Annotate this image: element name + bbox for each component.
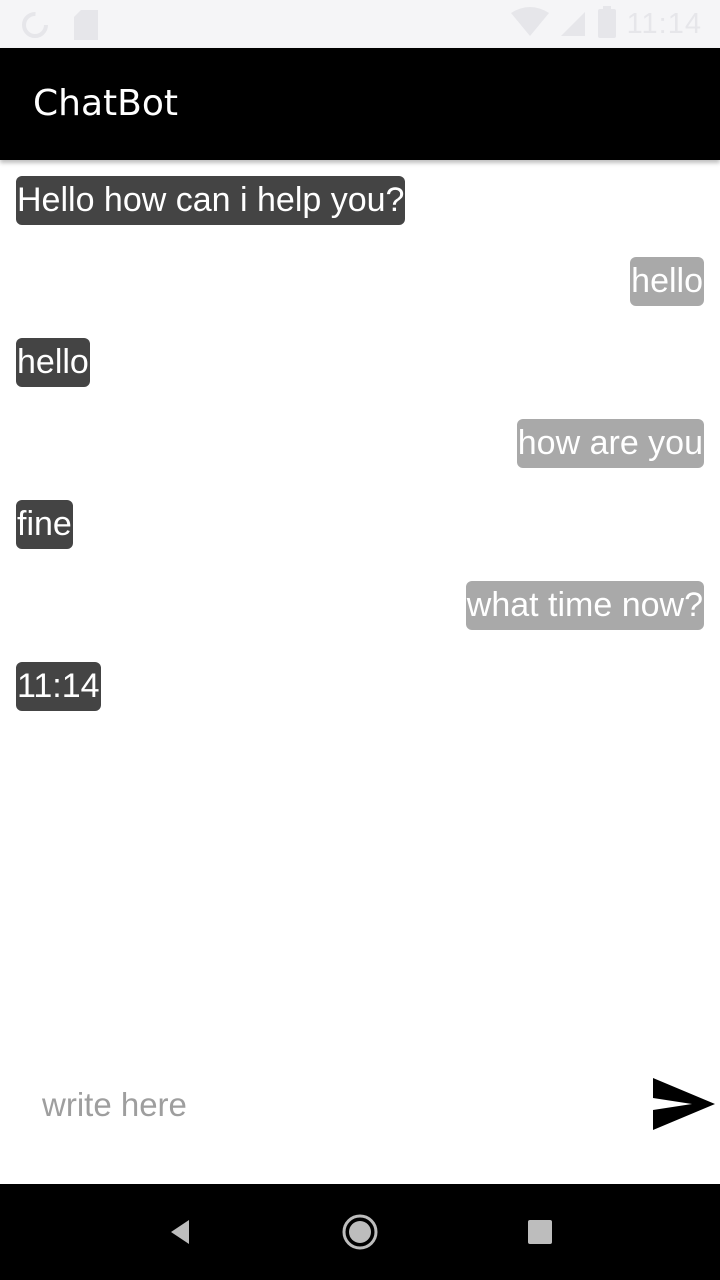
home-button[interactable] xyxy=(336,1208,384,1256)
message-row-bot: Hello how can i help you? xyxy=(16,176,704,226)
recents-button[interactable] xyxy=(516,1208,564,1256)
user-message: what time now? xyxy=(465,581,704,630)
message-row-user: how are you xyxy=(16,419,704,469)
composer xyxy=(0,1062,720,1152)
navigation-bar xyxy=(0,1184,720,1280)
bot-message: hello xyxy=(16,338,90,387)
message-row-bot: fine xyxy=(16,500,704,550)
signal-icon xyxy=(559,7,587,41)
bot-message: fine xyxy=(16,500,73,549)
message-row-user: what time now? xyxy=(16,581,704,631)
home-icon xyxy=(342,1214,378,1250)
message-row-bot: hello xyxy=(16,338,704,388)
message-row-bot: 11:14 xyxy=(16,662,704,712)
back-button[interactable] xyxy=(156,1208,204,1256)
app-title: ChatBot xyxy=(33,83,178,124)
user-message: hello xyxy=(630,257,704,306)
send-button[interactable] xyxy=(650,1074,718,1134)
user-message: how are you xyxy=(516,419,704,468)
recents-icon xyxy=(528,1220,552,1244)
chatbot-screen: 11:14 ChatBot Hello how can i help you? … xyxy=(0,0,720,1280)
message-row-user: hello xyxy=(16,257,704,307)
status-time: 11:14 xyxy=(626,7,702,40)
app-bar: ChatBot xyxy=(0,48,720,160)
sd-card-icon xyxy=(74,10,98,44)
battery-icon xyxy=(597,6,617,42)
back-icon xyxy=(171,1220,189,1244)
sync-icon xyxy=(20,10,50,44)
bot-message: 11:14 xyxy=(16,662,101,711)
message-input[interactable] xyxy=(28,1074,628,1136)
send-icon xyxy=(653,1078,715,1130)
bot-message: Hello how can i help you? xyxy=(16,176,406,225)
status-bar: 11:14 xyxy=(0,0,720,48)
wifi-icon xyxy=(510,7,549,41)
